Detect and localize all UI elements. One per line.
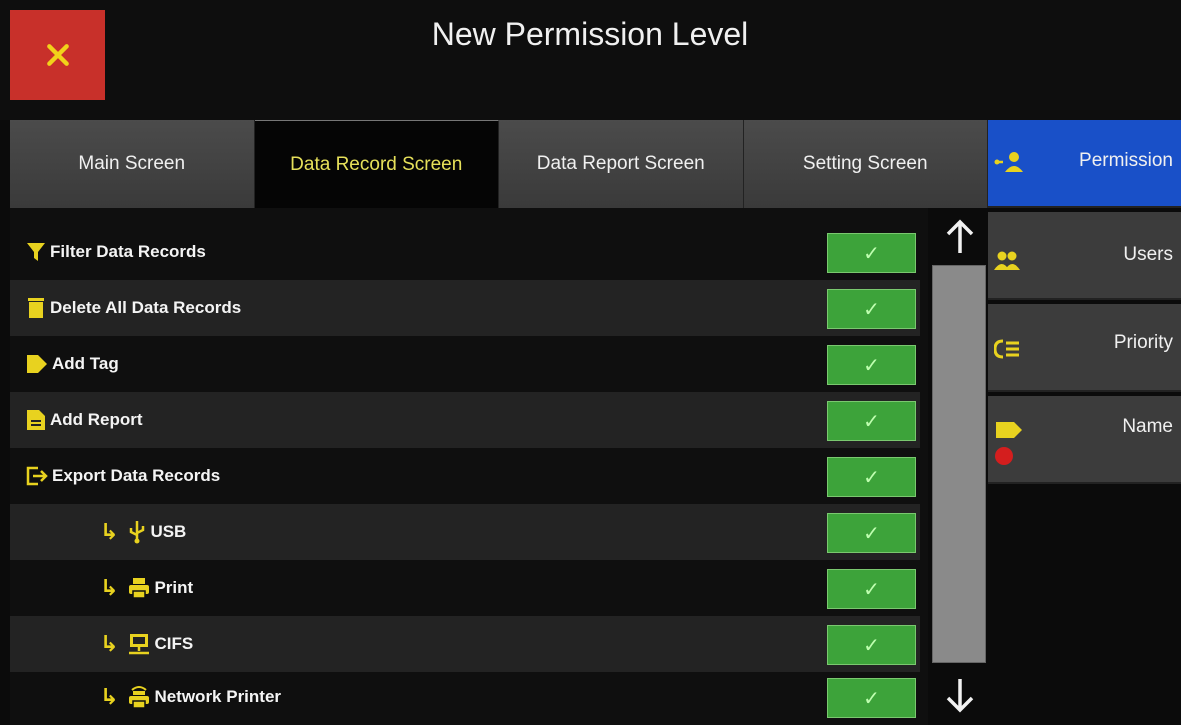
scroll-down-button[interactable] [935,670,985,720]
printer-icon [128,577,150,599]
network-share-icon [128,633,150,655]
permission-label: USB [150,522,187,541]
sidebar-item-label: Priority [1113,332,1173,353]
permission-toggle[interactable]: ✓ [827,625,916,665]
arrow-up-icon [946,219,974,253]
sidebar-item-permission[interactable]: Permission [988,120,1181,208]
permission-toggle[interactable]: ✓ [827,401,916,441]
list-item: Add Tag ✓ [10,336,920,392]
tab-bar: Main Screen Data Record Screen Data Repo… [10,120,988,208]
trash-icon [26,297,46,319]
usb-icon [128,520,146,544]
permission-icon [994,150,1024,181]
close-icon [46,44,69,66]
permission-toggle[interactable]: ✓ [827,233,916,273]
scrollbar-track[interactable] [932,265,986,663]
export-icon [26,466,48,486]
permission-toggle[interactable]: ✓ [827,678,916,718]
list-item: ↳ Print ✓ [10,560,920,616]
permission-toggle[interactable]: ✓ [827,569,916,609]
permission-label: Delete All Data Records [50,298,242,317]
permission-toggle[interactable]: ✓ [827,345,916,385]
arrow-down-icon [946,679,974,713]
header-bar: New Permission Level [0,0,1181,120]
permission-label: Network Printer [154,687,282,706]
permission-label: Export Data Records [52,466,221,485]
permission-toggle[interactable]: ✓ [827,457,916,497]
permission-toggle[interactable]: ✓ [827,289,916,329]
sidebar-item-label: Permission [1079,150,1173,171]
page-title: New Permission Level [431,16,749,52]
sidebar-item-label: Name [1122,416,1173,437]
tab-setting-screen[interactable]: Setting Screen [743,120,988,208]
network-printer-icon [128,685,150,709]
list-item: ↳ CIFS ✓ [10,616,920,672]
report-icon [26,409,46,431]
sub-item-arrow-icon: ↳ [100,631,119,656]
name-tag-icon [994,420,1024,475]
tab-data-record-screen[interactable]: Data Record Screen [254,120,499,208]
sub-item-arrow-icon: ↳ [100,519,119,544]
sub-item-arrow-icon: ↳ [100,575,119,600]
permission-label: Print [154,578,194,597]
users-icon [994,250,1020,277]
sub-item-arrow-icon: ↳ [100,684,119,709]
tag-icon [26,354,48,374]
sidebar-item-priority[interactable]: Priority [988,304,1181,392]
list-item: Add Report ✓ [10,392,920,448]
sidebar-item-label: Users [1123,244,1173,265]
permission-label: Add Tag [52,354,119,373]
list-item: ↳ Network Printer ✓ [10,669,920,725]
scroll-up-button[interactable] [935,212,985,262]
priority-icon [993,338,1020,365]
tab-data-report-screen[interactable]: Data Report Screen [499,120,744,208]
sidebar-item-name[interactable]: Name [988,396,1181,484]
list-item: Export Data Records ✓ [10,448,920,504]
permission-toggle[interactable]: ✓ [827,513,916,553]
sidebar: Permission Users Priority Name [988,120,1181,725]
permission-label: Filter Data Records [50,242,206,261]
list-item: Filter Data Records ✓ [10,224,920,280]
filter-icon [26,242,46,262]
list-item: ↳ USB ✓ [10,504,920,560]
list-item: Delete All Data Records ✓ [10,280,920,336]
permission-label: Add Report [50,410,143,429]
close-button[interactable] [10,10,105,100]
sidebar-item-users[interactable]: Users [988,212,1181,300]
permission-label: CIFS [154,634,194,653]
tab-main-screen[interactable]: Main Screen [10,120,255,208]
